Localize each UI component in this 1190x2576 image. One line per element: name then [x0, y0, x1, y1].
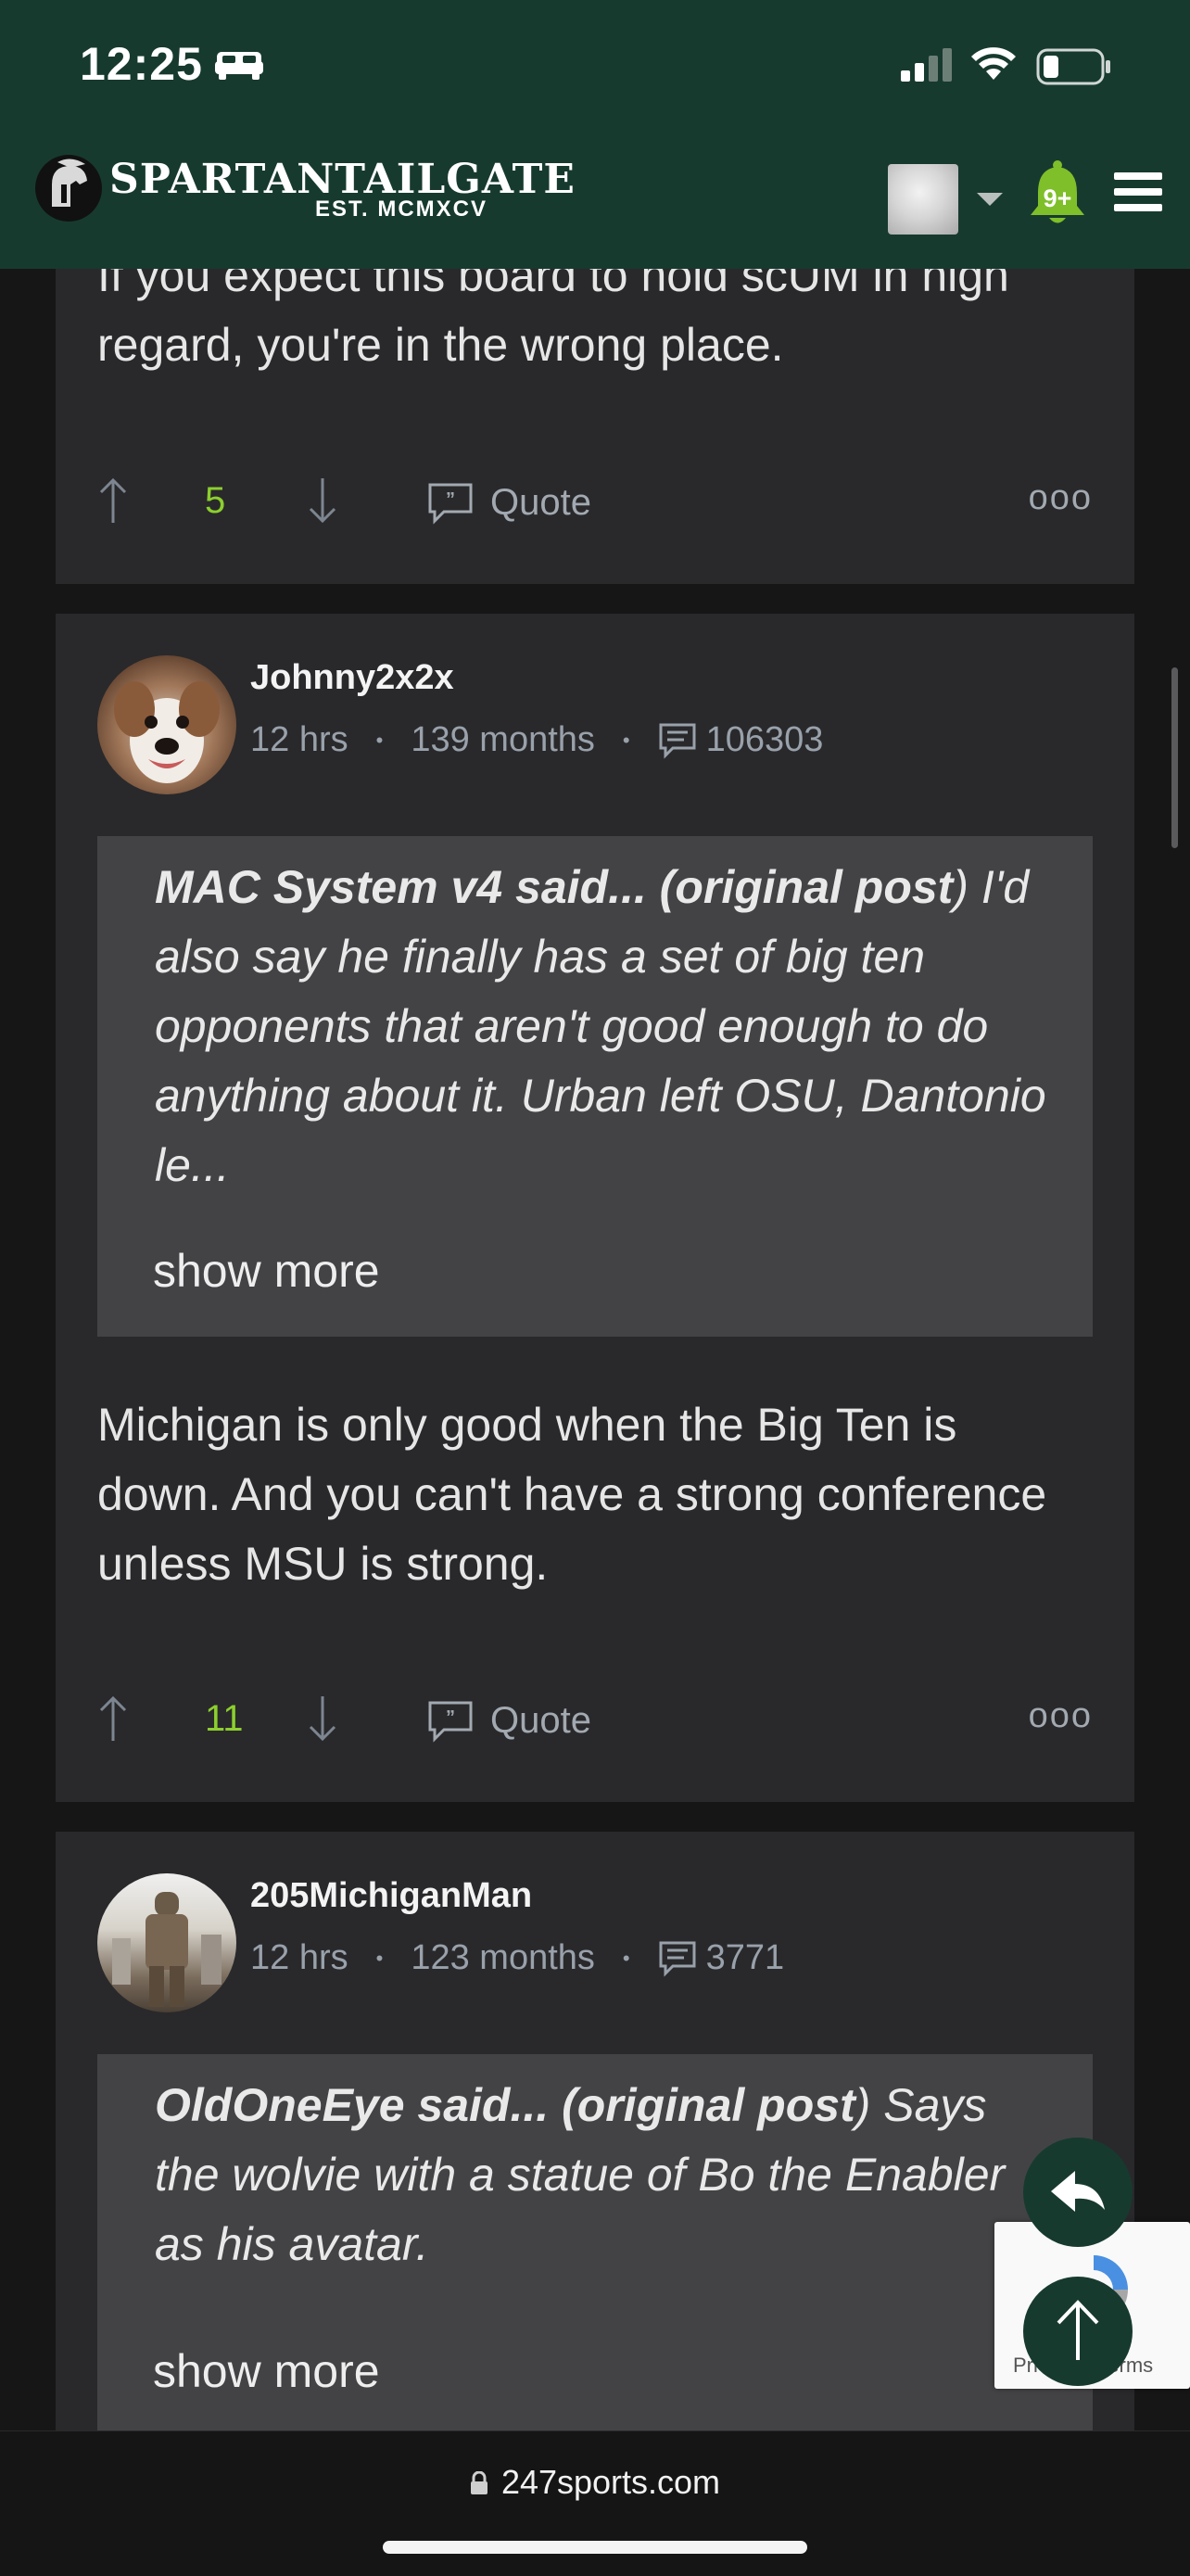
quoted-post: OldOneEye said... (original post) Says t… — [97, 2054, 1093, 2443]
post-meta: 12 hrs • 123 months • 3771 — [250, 1938, 784, 1978]
quote-icon[interactable]: ” — [427, 1700, 474, 1743]
separator-dot: • — [622, 728, 630, 752]
notification-count[interactable]: 9+ — [1034, 184, 1081, 213]
post-actions: 11 ” Quote ooo — [97, 1689, 1093, 1754]
post-time: 12 hrs — [250, 1938, 348, 1977]
reply-icon — [1051, 2171, 1105, 2212]
post-card: 205MichiganMan 12 hrs • 123 months • 377… — [56, 1832, 1134, 2443]
upvote-arrow-icon[interactable] — [97, 1694, 129, 1743]
url-text: 247sports.com — [500, 2463, 721, 2501]
user-avatar[interactable] — [97, 1873, 236, 2012]
post-body: Michigan is only good when the Big Ten i… — [97, 1399, 1047, 1590]
dog-avatar-image — [114, 681, 220, 783]
lock-icon — [470, 2471, 487, 2494]
svg-text:”: ” — [446, 1707, 455, 1728]
reply-button[interactable] — [1023, 2138, 1133, 2247]
original-post-link[interactable]: original post — [675, 861, 953, 913]
separator-dot: • — [375, 728, 384, 752]
post-count: 3771 — [705, 1938, 785, 1977]
quote-text: MAC System v4 said... (original post) I'… — [155, 861, 1046, 1191]
statue-avatar-image — [112, 1892, 222, 2007]
post-count-icon — [659, 723, 696, 759]
post-actions: 5 ” Quote ooo — [97, 471, 1093, 536]
username-link[interactable]: Johnny2x2x — [250, 658, 454, 698]
vote-count: 11 — [205, 1698, 244, 1739]
quote-button[interactable]: Quote — [490, 1700, 591, 1742]
site-logo-subtitle: EST. MCMXCV — [315, 197, 488, 222]
home-indicator[interactable] — [383, 2541, 807, 2554]
user-avatar-button[interactable] — [888, 164, 958, 235]
user-avatar[interactable] — [97, 655, 236, 794]
more-options-icon[interactable]: ooo — [1029, 478, 1093, 518]
show-more-link[interactable]: show more — [153, 1244, 380, 1298]
quote-icon[interactable]: ” — [427, 482, 474, 525]
separator-dot: • — [622, 1946, 630, 1970]
vote-count: 5 — [205, 480, 226, 521]
show-more-link[interactable]: show more — [153, 2344, 380, 2398]
url-field[interactable]: 247sports.com — [0, 2463, 1190, 2502]
post-meta: 12 hrs • 139 months • 106303 — [250, 720, 823, 760]
battery-icon — [1036, 48, 1110, 85]
more-options-icon[interactable]: ooo — [1029, 1696, 1093, 1736]
wifi-icon — [971, 47, 1016, 80]
upvote-arrow-icon[interactable] — [97, 476, 129, 525]
status-time: 12:25 — [80, 38, 203, 90]
car-icon — [215, 52, 263, 80]
scroll-to-top-button[interactable] — [1023, 2277, 1133, 2386]
post-count: 106303 — [705, 720, 824, 759]
arrow-up-icon — [1057, 2300, 1099, 2360]
downvote-arrow-icon[interactable] — [307, 476, 338, 525]
svg-text:”: ” — [446, 489, 455, 510]
chevron-down-icon[interactable] — [977, 193, 1003, 206]
hamburger-menu-icon[interactable] — [1114, 172, 1162, 220]
membership-duration: 139 months — [411, 720, 595, 759]
spartan-helmet-icon — [35, 155, 102, 222]
browser-address-bar: 247sports.com — [0, 2430, 1190, 2576]
post-card: Johnny2x2x 12 hrs • 139 months • 106303 … — [56, 614, 1134, 1802]
signal-icon — [901, 48, 952, 82]
quote-button[interactable]: Quote — [490, 482, 591, 524]
site-header: 12:25 SPARTANTAILGATE EST. MCMXCV 9+ — [0, 0, 1190, 269]
quoted-post: MAC System v4 said... (original post) I'… — [97, 836, 1093, 1337]
quote-author: MAC System v4 said... — [155, 861, 647, 913]
scrollbar[interactable] — [1171, 667, 1178, 848]
username-link[interactable]: 205MichiganMan — [250, 1876, 532, 1916]
post-time: 12 hrs — [250, 720, 348, 759]
original-post-link[interactable]: original post — [577, 2079, 855, 2131]
membership-duration: 123 months — [411, 1938, 595, 1977]
quote-text: OldOneEye said... (original post) Says t… — [155, 2079, 1006, 2270]
downvote-arrow-icon[interactable] — [307, 1694, 338, 1743]
quote-author: OldOneEye said... — [155, 2079, 550, 2131]
post-count-icon — [659, 1941, 696, 1977]
separator-dot: • — [375, 1946, 384, 1970]
